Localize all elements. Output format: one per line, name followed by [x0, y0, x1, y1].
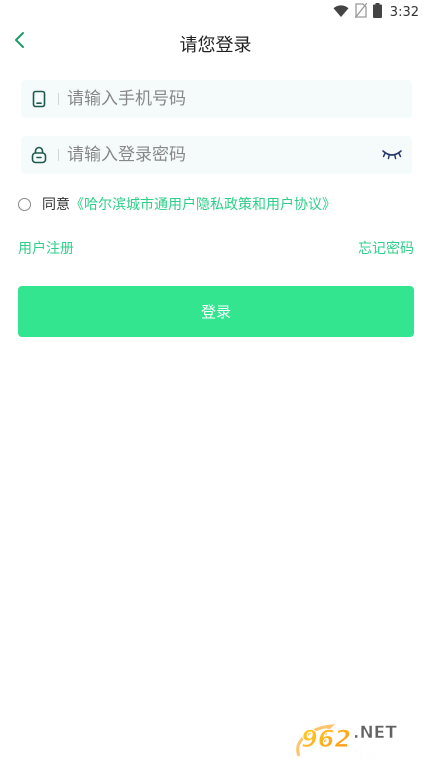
- login-button[interactable]: 登录: [18, 286, 414, 337]
- site-watermark-logo: 962 .NET 乐游网: [293, 716, 421, 761]
- phone-input[interactable]: [67, 84, 412, 114]
- header: 请您登录: [0, 24, 431, 62]
- wifi-icon: [333, 3, 349, 22]
- svg-text:乐游网: 乐游网: [353, 742, 401, 760]
- privacy-policy-link[interactable]: 《哈尔滨城市通用户隐私政策和用户协议》: [70, 194, 336, 214]
- password-input[interactable]: [67, 140, 372, 170]
- svg-text:962: 962: [301, 725, 351, 753]
- forgot-password-link[interactable]: 忘记密码: [358, 238, 414, 258]
- agreement-row: 同意 《哈尔滨城市通用户隐私政策和用户协议》: [18, 194, 336, 214]
- svg-text:.NET: .NET: [353, 723, 397, 743]
- link-row: 用户注册 忘记密码: [18, 238, 414, 258]
- password-visibility-toggle[interactable]: [372, 136, 412, 174]
- status-time: 3:32: [389, 4, 419, 20]
- status-bar: 3:32: [0, 0, 431, 24]
- register-link[interactable]: 用户注册: [18, 238, 74, 258]
- agreement-radio[interactable]: [18, 197, 31, 211]
- battery-icon: [372, 2, 382, 22]
- lock-icon: [23, 136, 55, 174]
- status-icons: 3:32: [333, 2, 419, 22]
- no-sim-icon: [354, 2, 368, 22]
- page-title: 请您登录: [179, 35, 252, 56]
- phone-icon: [23, 80, 55, 118]
- field-divider: [58, 149, 59, 161]
- phone-field: [21, 80, 412, 118]
- field-divider: [58, 93, 59, 105]
- password-field: [21, 136, 412, 174]
- eye-closed-icon: [381, 146, 403, 165]
- agreement-prefix: 同意: [42, 197, 70, 213]
- login-screen: 3:32 请您登录 请输入手机号码 同意 《哈尔滨城市通用户隐私政策和用户协议》…: [0, 0, 431, 766]
